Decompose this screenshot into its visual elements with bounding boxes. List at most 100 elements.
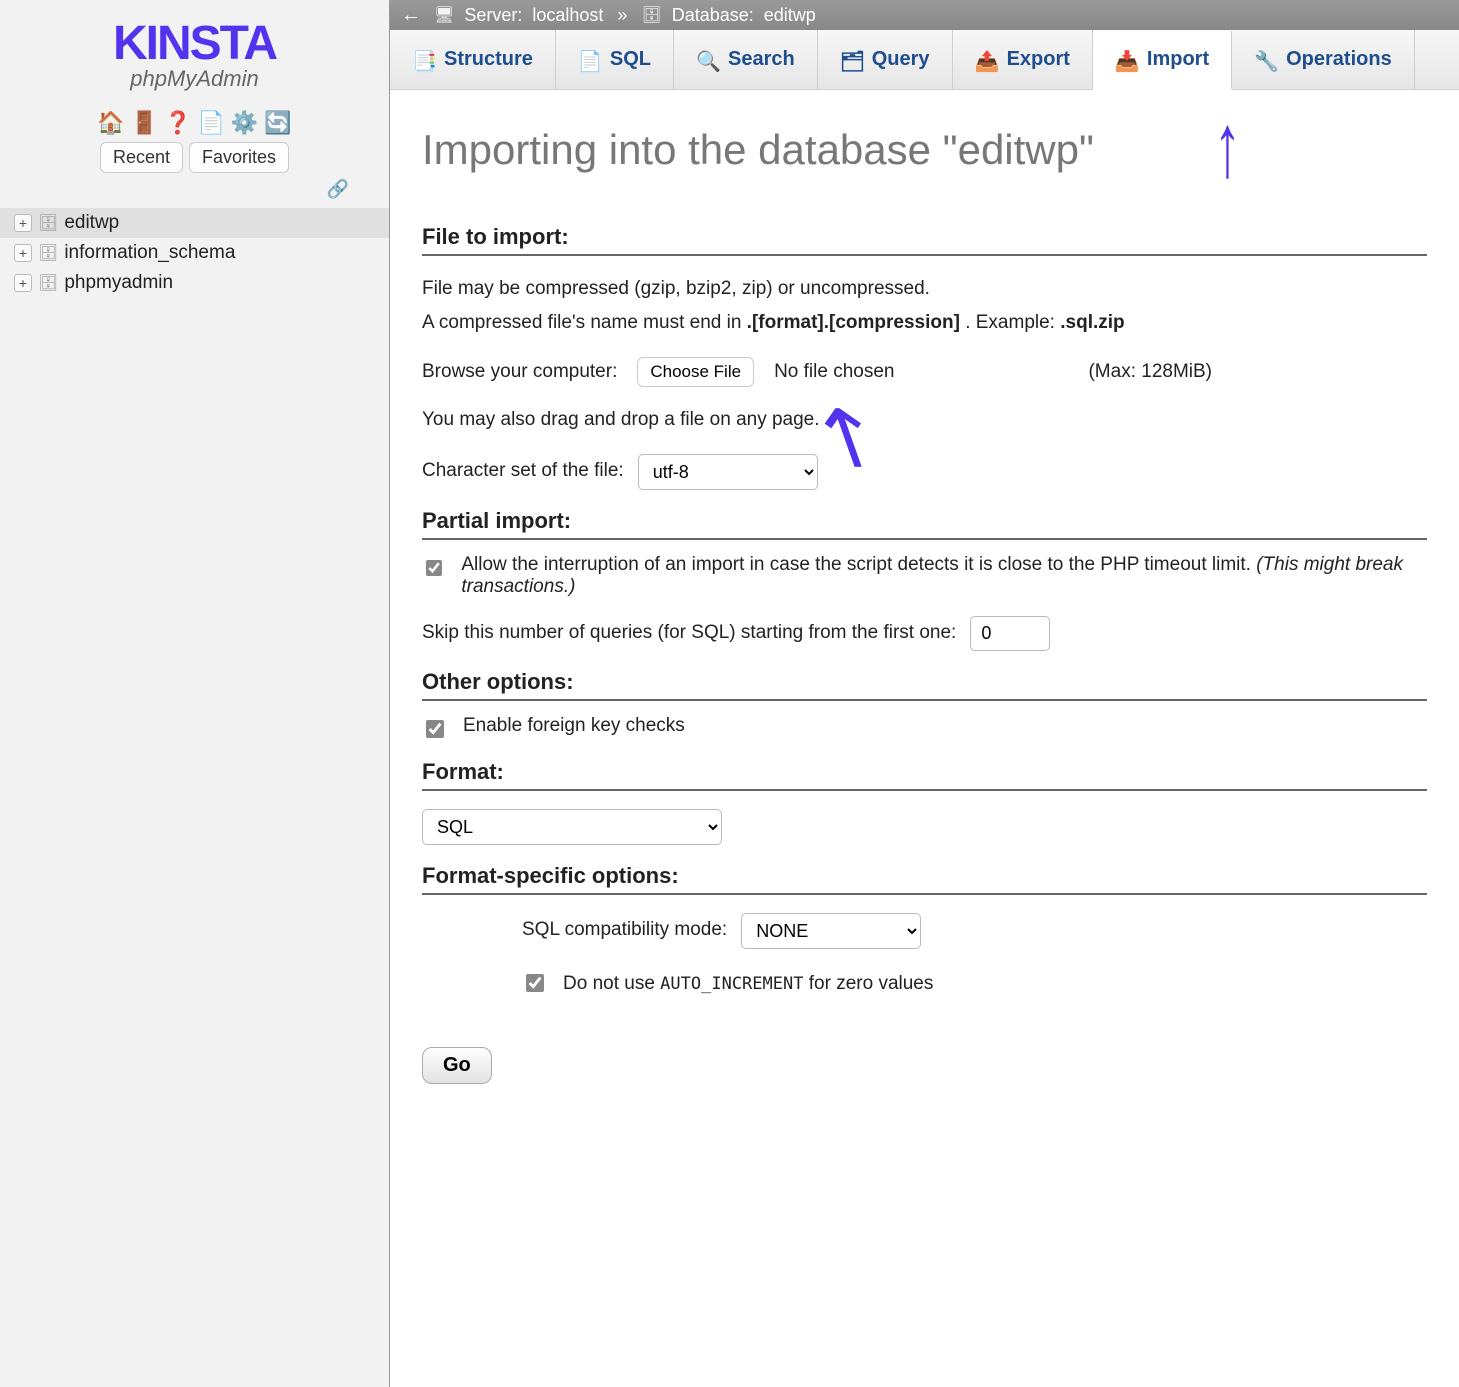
tab-label: Operations [1286, 48, 1392, 71]
browse-row: Browse your computer: Choose File No fil… [422, 357, 1427, 387]
allow-interrupt-row: Allow the interruption of an import in c… [422, 554, 1427, 598]
tab-operations[interactable]: 🔧 Operations [1232, 30, 1415, 89]
section-other-options: Other options: [422, 669, 1427, 701]
skip-input[interactable] [970, 616, 1050, 651]
charset-select[interactable]: utf-8 [638, 454, 818, 490]
max-size: (Max: 128MiB) [1088, 357, 1212, 387]
expand-icon[interactable]: + [14, 214, 32, 232]
tab-export[interactable]: 📤 Export [953, 30, 1093, 89]
tab-sql[interactable]: 📄 SQL [556, 30, 674, 89]
text: Allow the interruption of an import in c… [461, 554, 1256, 575]
code-text: AUTO_INCREMENT [660, 974, 803, 994]
db-item-editwp[interactable]: + 🗄 editwp [0, 208, 389, 238]
breadcrumb: ← 🖥 Server: localhost » 🗄 Database: edit… [390, 0, 1459, 30]
compat-select[interactable]: NONE [741, 913, 921, 949]
text: Do not use [563, 973, 660, 994]
server-label: Server: [464, 5, 522, 26]
text: for zero values [809, 973, 934, 994]
db-item-information-schema[interactable]: + 🗄 information_schema [0, 238, 389, 268]
format-pattern: .[format].[compression] [747, 312, 960, 333]
back-icon[interactable]: ← [398, 4, 424, 27]
tab-label: Structure [444, 48, 533, 71]
compat-row: SQL compatibility mode: NONE [522, 913, 1427, 949]
skip-label: Skip this number of queries (for SQL) st… [422, 618, 956, 648]
favorites-button[interactable]: Favorites [189, 142, 289, 173]
help-icon[interactable]: ❓ [164, 110, 191, 136]
brand-logo: KINSTA [0, 20, 389, 68]
db-label: phpmyadmin [64, 272, 173, 294]
fk-label: Enable foreign key checks [463, 715, 685, 737]
auto-inc-row: Do not use AUTO_INCREMENT for zero value… [522, 969, 1427, 999]
export-icon: 📤 [975, 49, 997, 71]
server-value[interactable]: localhost [532, 5, 603, 26]
query-icon: 🗂 [840, 49, 862, 71]
fk-row: Enable foreign key checks [422, 715, 1427, 741]
skip-queries-row: Skip this number of queries (for SQL) st… [422, 616, 1427, 651]
exit-icon[interactable]: 🚪 [131, 110, 158, 136]
expand-icon[interactable]: + [14, 274, 32, 292]
format-row: SQL [422, 809, 1427, 845]
search-icon: 🔍 [696, 49, 718, 71]
expand-icon[interactable]: + [14, 244, 32, 262]
reload-icon[interactable]: 🔄 [264, 110, 291, 136]
auto-inc-label: Do not use AUTO_INCREMENT for zero value… [563, 969, 933, 999]
db-label: information_schema [64, 242, 235, 264]
charset-row: Character set of the file: utf-8 [422, 454, 1427, 490]
no-file-text: No file chosen [774, 357, 894, 387]
tab-structure[interactable]: 📑 Structure [390, 30, 556, 89]
db-value[interactable]: editwp [764, 5, 816, 26]
text: . Example: [965, 312, 1060, 333]
brand-subtitle: phpMyAdmin [0, 66, 389, 92]
auto-inc-checkbox[interactable] [526, 974, 544, 992]
tab-label: Search [728, 48, 795, 71]
link-icon[interactable]: 🔗 [0, 179, 389, 200]
operations-icon: 🔧 [1254, 49, 1276, 71]
allow-interrupt-checkbox[interactable] [426, 559, 442, 577]
tab-search[interactable]: 🔍 Search [674, 30, 818, 89]
tabs-bar: 📑 Structure 📄 SQL 🔍 Search 🗂 Query 📤 Exp… [390, 30, 1459, 90]
drag-drop-hint: You may also drag and drop a file on any… [422, 405, 1427, 435]
text: A compressed file's name must end in [422, 312, 747, 333]
database-icon: 🗄 [38, 213, 58, 233]
database-tree: + 🗄 editwp + 🗄 information_schema + 🗄 ph… [0, 208, 389, 298]
browse-label: Browse your computer: [422, 357, 617, 387]
section-format-specific: Format-specific options: [422, 863, 1427, 895]
db-label: editwp [64, 212, 119, 234]
tab-import[interactable]: 📥 Import [1093, 31, 1232, 90]
desc-line1: File may be compressed (gzip, bzip2, zip… [422, 274, 1427, 304]
fk-checkbox[interactable] [426, 720, 444, 738]
file-import-description: File may be compressed (gzip, bzip2, zip… [422, 274, 1427, 339]
database-icon: 🗄 [641, 5, 661, 25]
logo-block: KINSTA phpMyAdmin [0, 20, 389, 92]
tab-query[interactable]: 🗂 Query [818, 30, 953, 89]
tab-label: Query [872, 48, 930, 71]
go-button[interactable]: Go [422, 1047, 492, 1084]
tab-label: Export [1007, 48, 1070, 71]
home-icon[interactable]: 🏠 [97, 110, 124, 136]
format-select[interactable]: SQL [422, 809, 722, 845]
compat-label: SQL compatibility mode: [522, 915, 727, 945]
tab-label: Import [1147, 48, 1209, 71]
server-icon: 🖥 [434, 5, 454, 25]
breadcrumb-sep: » [617, 5, 627, 26]
section-format: Format: [422, 759, 1427, 791]
section-partial-import: Partial import: [422, 508, 1427, 540]
gear-icon[interactable]: ⚙️ [231, 110, 258, 136]
db-item-phpmyadmin[interactable]: + 🗄 phpmyadmin [0, 268, 389, 298]
format-example: .sql.zip [1060, 312, 1124, 333]
allow-interrupt-label: Allow the interruption of an import in c… [461, 554, 1427, 598]
doc-icon[interactable]: 📄 [198, 110, 225, 136]
structure-icon: 📑 [412, 49, 434, 71]
section-file-to-import: File to import: [422, 224, 1427, 256]
choose-file-button[interactable]: Choose File [637, 357, 754, 387]
nav-icon-row: 🏠 🚪 ❓ 📄 ⚙️ 🔄 [0, 110, 389, 136]
format-specific-block: SQL compatibility mode: NONE Do not use … [422, 913, 1427, 999]
database-icon: 🗄 [38, 243, 58, 263]
recent-button[interactable]: Recent [100, 142, 183, 173]
main: ← 🖥 Server: localhost » 🗄 Database: edit… [390, 0, 1459, 1387]
sql-icon: 📄 [578, 49, 600, 71]
sidebar: KINSTA phpMyAdmin 🏠 🚪 ❓ 📄 ⚙️ 🔄 Recent Fa… [0, 0, 390, 1387]
nav-tabs: Recent Favorites [0, 142, 389, 173]
charset-label: Character set of the file: [422, 456, 624, 486]
tab-label: SQL [610, 48, 651, 71]
